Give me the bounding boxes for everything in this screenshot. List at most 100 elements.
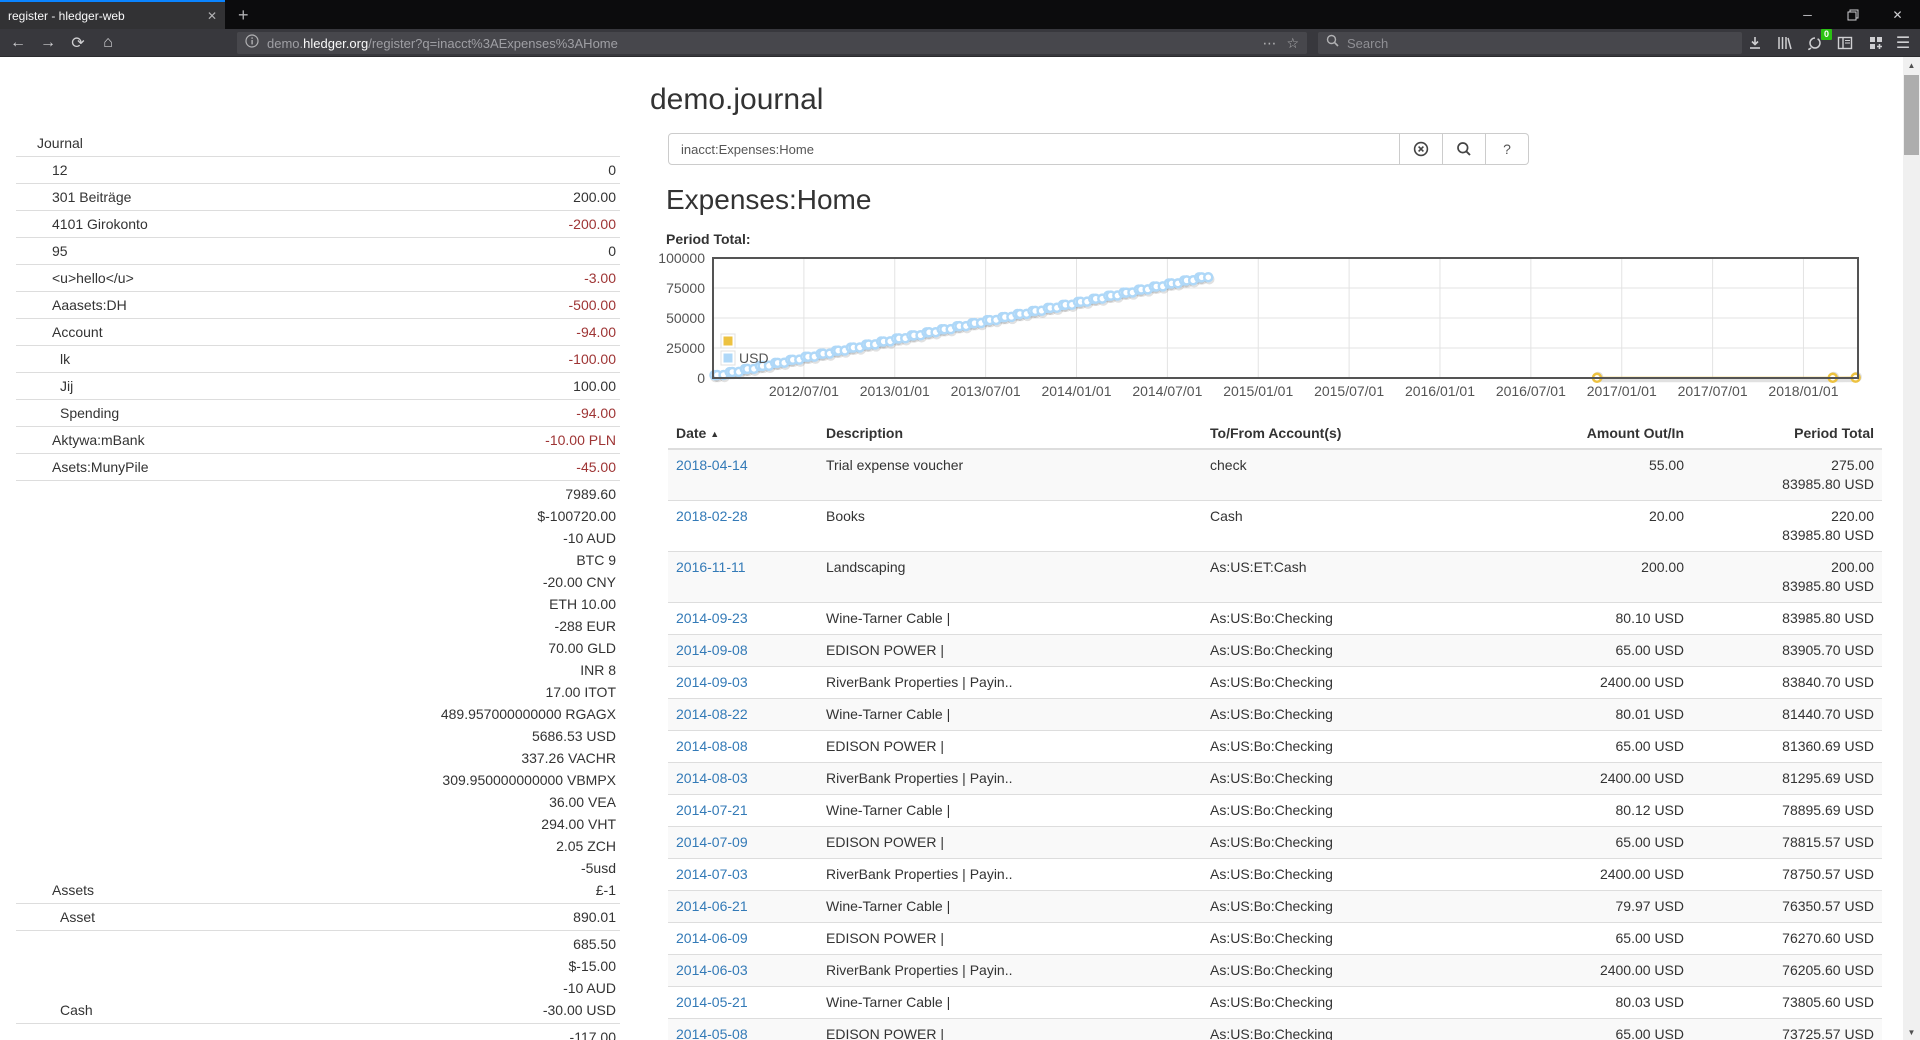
account-link[interactable]: Jij <box>60 378 73 394</box>
account-link[interactable]: 95 <box>52 243 68 259</box>
transaction-date-link[interactable]: 2016-11-11 <box>676 559 746 575</box>
transaction-date-link[interactable]: 2014-08-03 <box>676 770 748 786</box>
account-link[interactable]: lk <box>60 351 70 367</box>
transaction-date-link[interactable]: 2014-07-09 <box>676 834 748 850</box>
register-row[interactable]: 2014-06-21Wine-Tarner Cable |As:US:Bo:Ch… <box>668 891 1882 923</box>
scroll-down-icon[interactable]: ▼ <box>1903 1024 1920 1040</box>
register-row[interactable]: 2018-02-28BooksCash20.00220.0083985.80 U… <box>668 501 1882 552</box>
transaction-date-link[interactable]: 2014-05-21 <box>676 994 748 1010</box>
transaction-accounts: check <box>1202 449 1532 501</box>
register-row[interactable]: 2014-08-03RiverBank Properties | Payin..… <box>668 763 1882 795</box>
account-link[interactable]: Asset <box>60 909 95 925</box>
help-button[interactable]: ? <box>1486 133 1529 165</box>
scroll-up-icon[interactable]: ▲ <box>1903 57 1920 73</box>
svg-text:2015/07/01: 2015/07/01 <box>1314 383 1384 399</box>
transaction-date-link[interactable]: 2014-06-09 <box>676 930 748 946</box>
account-link[interactable]: Cash <box>60 1002 93 1018</box>
col-amount[interactable]: Amount Out/In <box>1532 420 1692 449</box>
register-row[interactable]: 2014-09-03RiverBank Properties | Payin..… <box>668 667 1882 699</box>
account-balance: -200.00 <box>273 211 620 238</box>
register-row[interactable]: 2014-08-22Wine-Tarner Cable |As:US:Bo:Ch… <box>668 699 1882 731</box>
account-link[interactable]: 4101 Girokonto <box>52 216 148 232</box>
account-link[interactable]: Account <box>52 324 103 340</box>
account-link[interactable]: <u>hello</u> <box>52 270 134 286</box>
register-row[interactable]: 2014-06-03RiverBank Properties | Payin..… <box>668 955 1882 987</box>
close-window-icon[interactable]: ✕ <box>1875 0 1920 29</box>
new-tab-button[interactable]: + <box>238 3 249 27</box>
register-row[interactable]: 2014-07-09EDISON POWER |As:US:Bo:Checkin… <box>668 827 1882 859</box>
col-accounts[interactable]: To/From Account(s) <box>1202 420 1532 449</box>
transaction-date-link[interactable]: 2014-08-08 <box>676 738 748 754</box>
period-total-amount: 275.0083985.80 USD <box>1692 449 1882 501</box>
site-info-icon[interactable] <box>245 34 259 53</box>
home-icon[interactable]: ⌂ <box>94 29 122 57</box>
sidebar-account-row: Asset890.01 <box>16 904 620 931</box>
sidebar-account-row: Cash685.50$-15.00-10 AUD-30.00 USD <box>16 931 620 1024</box>
query-input[interactable] <box>668 133 1400 165</box>
transaction-date-link[interactable]: 2014-06-03 <box>676 962 748 978</box>
download-icon[interactable] <box>1744 33 1766 53</box>
account-link[interactable]: Asets:MunyPile <box>52 459 148 475</box>
account-link[interactable]: Aktywa:mBank <box>52 432 145 448</box>
register-row[interactable]: 2014-07-21Wine-Tarner Cable |As:US:Bo:Ch… <box>668 795 1882 827</box>
account-link[interactable]: Spending <box>60 405 119 421</box>
search-submit-button[interactable] <box>1443 133 1486 165</box>
transaction-date-link[interactable]: 2014-08-22 <box>676 706 748 722</box>
register-row[interactable]: 2014-06-09 EDISON POWER |As:US:Bo:Checkin… <box>668 923 1882 955</box>
transaction-date-link[interactable]: 2014-09-23 <box>676 610 748 626</box>
transaction-description: EDISON POWER | <box>818 731 1202 763</box>
register-row[interactable]: 2014-08-08EDISON POWER |As:US:Bo:Checkin… <box>668 731 1882 763</box>
transaction-date-link[interactable]: 2014-07-21 <box>676 802 748 818</box>
transaction-description: Wine-Tarner Cable | <box>818 987 1202 1019</box>
page-scrollbar[interactable]: ▲ ▼ <box>1903 57 1920 1040</box>
transaction-date-link[interactable]: 2018-02-28 <box>676 508 748 524</box>
register-row[interactable]: 2016-11-11LandscapingAs:US:ET:Cash200.00… <box>668 552 1882 603</box>
reload-icon[interactable]: ⟳ <box>64 29 92 57</box>
extension-icon[interactable]: 0 <box>1804 33 1826 53</box>
page-actions-icon[interactable]: ⋯ <box>1262 35 1276 52</box>
transaction-accounts: As:US:Bo:Checking <box>1202 667 1532 699</box>
transaction-date-link[interactable]: 2014-05-08 <box>676 1026 748 1040</box>
bookmark-star-icon[interactable]: ☆ <box>1286 35 1299 52</box>
account-link[interactable]: 301 Beiträge <box>52 189 131 205</box>
account-link[interactable]: Aaasets:DH <box>52 297 127 313</box>
col-period-total[interactable]: Period Total <box>1692 420 1882 449</box>
transaction-date-link[interactable]: 2014-09-08 <box>676 642 748 658</box>
url-bar[interactable]: demo.hledger.org/register?q=inacct%3AExp… <box>237 32 1307 54</box>
account-link[interactable]: 12 <box>52 162 68 178</box>
transaction-accounts: Cash <box>1202 501 1532 552</box>
back-icon[interactable]: ← <box>4 29 32 57</box>
journal-link[interactable]: Journal <box>37 135 83 151</box>
transaction-date-link[interactable]: 2014-06-21 <box>676 898 748 914</box>
transaction-date-link[interactable]: 2014-07-03 <box>676 866 748 882</box>
register-row[interactable]: 2014-05-08EDISON POWER |As:US:Bo:Checkin… <box>668 1019 1882 1040</box>
library-icon[interactable] <box>1773 33 1795 53</box>
menu-icon[interactable]: ☰ <box>1892 33 1914 53</box>
transaction-accounts: As:US:Bo:Checking <box>1202 635 1532 667</box>
col-date[interactable]: Date ▲ <box>668 420 818 449</box>
browser-search-bar[interactable]: Search <box>1318 32 1742 54</box>
register-row[interactable]: 2014-05-21 Wine-Tarner Cable |As:US:Bo:Ch… <box>668 987 1882 1019</box>
svg-text:100000: 100000 <box>658 250 705 266</box>
register-row[interactable]: 2014-09-23Wine-Tarner Cable |As:US:Bo:Ch… <box>668 603 1882 635</box>
transaction-date-link[interactable]: 2018-04-14 <box>676 457 748 473</box>
scrollbar-thumb[interactable] <box>1904 75 1919 155</box>
register-row[interactable]: 2018-04-14Trial expense vouchercheck55.0… <box>668 449 1882 501</box>
clear-query-button[interactable] <box>1400 133 1443 165</box>
period-total-amount: 83840.70 USD <box>1692 667 1882 699</box>
browser-tab[interactable]: register - hledger-web ✕ <box>0 0 225 29</box>
close-tab-icon[interactable]: ✕ <box>207 9 217 23</box>
transaction-accounts: As:US:Bo:Checking <box>1202 987 1532 1019</box>
register-row[interactable]: 2014-07-03RiverBank Properties | Payin..… <box>668 859 1882 891</box>
col-description[interactable]: Description <box>818 420 1202 449</box>
sidebar-toggle-icon[interactable] <box>1834 33 1856 53</box>
extensions-grid-icon[interactable] <box>1865 33 1887 53</box>
restore-icon[interactable] <box>1830 0 1875 29</box>
account-link[interactable]: Assets <box>52 882 94 898</box>
transaction-accounts: As:US:Bo:Checking <box>1202 923 1532 955</box>
transaction-date-link[interactable]: 2014-09-03 <box>676 674 748 690</box>
transaction-description: EDISON POWER | <box>818 923 1202 955</box>
forward-icon[interactable]: → <box>34 29 62 57</box>
minimize-icon[interactable]: ─ <box>1785 0 1830 29</box>
register-row[interactable]: 2014-09-08EDISON POWER |As:US:Bo:Checkin… <box>668 635 1882 667</box>
